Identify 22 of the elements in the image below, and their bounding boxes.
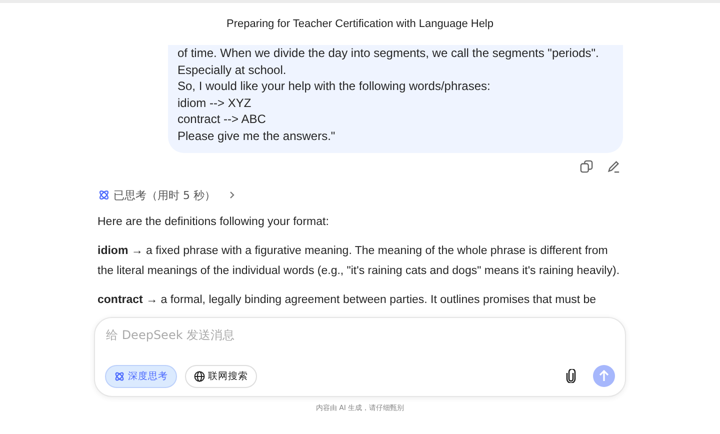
answer-paragraph: Here are the definitions following your format: [98,214,330,230]
message-line: Please give me the answers." [178,128,336,145]
paperclip-icon[interactable] [565,369,577,384]
message-line: idiom --> XYZ [178,94,252,112]
message-line: Especially at school. [178,62,288,78]
message-line: of time. When we divide the day into segments, we call the segments "periods". [178,45,600,62]
arrow-up-icon [598,370,610,382]
message-line: So, I would like your help with the following words/phrases: [178,78,492,95]
web-search-toggle[interactable]: 联网搜索 [185,364,257,388]
message-composer[interactable]: 给 DeepSeek 发送消息 深度思考 联网搜索 [94,316,626,397]
atom-icon [114,370,125,382]
edit-icon[interactable] [606,160,620,173]
deep-think-toggle[interactable]: 深度思考 [105,364,177,388]
answer-paragraph: contract → a formal, legally binding agreement between parties. It outlines promises that must be [98,292,598,308]
chat-title: Preparing for Teacher Certification with Language Help [226,18,494,32]
message-input[interactable]: 给 DeepSeek 发送消息 [105,328,615,342]
thinking-toggle[interactable]: 已思考（用时 5 秒） [98,188,236,203]
message-line: contract --> ABC [178,111,267,128]
globe-icon [194,370,205,382]
copy-icon[interactable] [580,160,592,173]
answer-paragraph: idiom → a fixed phrase with a figurative meaning. The meaning of the whole phrase is different from the literal meanings of the individual words (e.g., "it's raining cats and dogs" means it's raining heavily). [98,244,621,279]
atom-icon [98,189,110,202]
